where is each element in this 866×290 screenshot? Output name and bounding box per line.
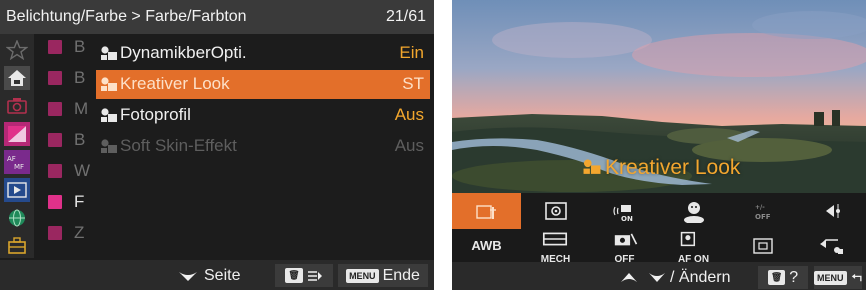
help-button[interactable]: 🗑 ? xyxy=(758,266,808,289)
subtab-3[interactable]: M xyxy=(38,96,94,124)
menu-item-label: Fotoprofil xyxy=(120,105,191,124)
audio-on-icon: ON xyxy=(612,205,633,223)
fn-white-balance-tile[interactable]: AWB xyxy=(452,229,521,262)
svg-text:+/-: +/- xyxy=(755,204,765,211)
subtab-1[interactable]: B xyxy=(38,34,94,62)
color-tone-icon xyxy=(101,108,117,122)
menu-item-picture-profile[interactable]: Fotoprofil Aus xyxy=(96,101,430,130)
exposure-color-icon[interactable] xyxy=(4,122,30,146)
color-tone-icon xyxy=(101,46,117,60)
menu-page-counter: 21/61 xyxy=(385,8,426,25)
star-icon[interactable] xyxy=(4,38,30,62)
list-arrow-icon xyxy=(307,270,322,281)
return-color-icon xyxy=(819,238,843,254)
menu-item-value: Ein xyxy=(399,43,424,62)
camera-home-icon[interactable] xyxy=(4,66,30,90)
subtab-7[interactable]: Z xyxy=(38,220,94,248)
fn-focus-area-tile[interactable] xyxy=(728,229,797,262)
menu-footer: Seite 🗑 MENU Ende xyxy=(0,260,434,290)
camera-menu-screen: Belichtung/Farbe > Farbe/Farbton 21/61 A… xyxy=(0,0,434,290)
person-af-icon xyxy=(681,231,696,246)
subtab-4[interactable]: B xyxy=(38,127,94,155)
network-icon[interactable] xyxy=(4,206,30,230)
menu-item-soft-skin: Soft Skin-Effekt Aus xyxy=(96,132,430,161)
fn-shutter-type-tile[interactable]: MECH xyxy=(521,229,590,265)
page-label: Seite xyxy=(204,266,241,284)
fn-af-on-tile[interactable]: AF ON xyxy=(659,229,728,265)
wheel-down-icon xyxy=(649,273,665,282)
fn-creative-look-tile[interactable] xyxy=(452,193,521,229)
svg-text:AF: AF xyxy=(7,155,16,163)
subtab-strip: B B M B W F Z xyxy=(38,34,94,258)
menu-item-value: ST xyxy=(402,74,424,93)
overlay-label: Kreativer Look xyxy=(605,156,741,179)
svg-text:ON: ON xyxy=(621,215,633,223)
wheel-down-icon xyxy=(179,271,197,281)
face-detect-icon xyxy=(683,202,704,223)
playback-icon[interactable] xyxy=(4,178,30,202)
menu-item-label: Kreativer Look xyxy=(120,74,230,93)
fn-audio-tile[interactable]: ON xyxy=(590,193,659,229)
wheel-up-icon xyxy=(621,273,637,282)
menu-end-button[interactable]: MENU Ende xyxy=(338,264,428,287)
menu-item-label: DynamikberOpti. xyxy=(120,43,247,62)
change-button[interactable]: / Ändern xyxy=(620,266,750,289)
subtab-2[interactable]: B xyxy=(38,65,94,93)
awb-label: AWB xyxy=(471,238,502,253)
toolbox-icon[interactable] xyxy=(4,233,30,257)
aperture-arrow-icon xyxy=(825,204,840,218)
fn-silent-tile[interactable]: OFF xyxy=(590,229,659,265)
fn-more-tile[interactable] xyxy=(797,193,866,229)
menu-back-button[interactable]: MENU xyxy=(814,266,862,289)
subtab-6-active[interactable]: F xyxy=(38,189,94,217)
delete-help-button[interactable]: 🗑 xyxy=(275,264,333,287)
shutter-list-icon xyxy=(543,232,568,245)
liveview-footer: / Ändern 🗑 ? MENU xyxy=(452,262,866,290)
fn-drive-off-tile[interactable]: +/- OFF xyxy=(728,193,797,229)
change-label: / Ändern xyxy=(670,268,731,286)
menu-breadcrumb: Belichtung/Farbe > Farbe/Farbton xyxy=(6,8,247,25)
trash-key-icon: 🗑 xyxy=(285,268,303,283)
help-label: ? xyxy=(789,268,799,286)
menu-item-list: DynamikberOpti. Ein Kreativer Look ST Fo… xyxy=(94,37,434,157)
fn-return-tile[interactable] xyxy=(797,229,866,262)
fn-metering-tile[interactable] xyxy=(521,193,590,229)
page-button[interactable]: Seite xyxy=(178,264,268,287)
subtab-5[interactable]: W xyxy=(38,158,94,186)
creative-look-icon xyxy=(475,205,496,219)
category-strip: AF MF xyxy=(0,34,34,258)
menu-item-label: Soft Skin-Effekt xyxy=(120,136,237,155)
focus-area-icon xyxy=(752,237,773,254)
menu-header: Belichtung/Farbe > Farbe/Farbton 21/61 xyxy=(0,0,434,34)
liveview-screen: Kreativer Look ON +/- OFF AWB MECH OFF A… xyxy=(452,0,866,290)
svg-text:MF: MF xyxy=(14,163,24,171)
menu-key-icon: MENU xyxy=(814,270,847,285)
color-tone-icon xyxy=(101,77,117,91)
silent-camera-icon xyxy=(614,233,637,245)
metering-icon xyxy=(544,202,567,220)
trash-key-icon: 🗑 xyxy=(767,270,786,285)
af-mf-icon[interactable]: AF MF xyxy=(4,150,30,174)
af-drive-off-icon: +/- OFF xyxy=(755,204,771,221)
fn-menu-row-1: ON +/- OFF xyxy=(452,193,866,229)
back-arrow-icon xyxy=(851,273,862,281)
menu-item-value: Aus xyxy=(394,105,424,124)
menu-item-value: Aus xyxy=(394,136,424,155)
fn-menu-row-2: AWB MECH OFF AF ON xyxy=(452,229,866,265)
color-tone-icon xyxy=(583,159,601,174)
menu-key-icon: MENU xyxy=(346,268,379,283)
svg-text:OFF: OFF xyxy=(755,213,771,221)
creative-look-overlay: Kreativer Look xyxy=(582,156,740,180)
fn-face-detect-tile[interactable] xyxy=(659,193,728,229)
color-tone-icon xyxy=(101,139,117,153)
menu-item-dro[interactable]: DynamikberOpti. Ein xyxy=(96,39,430,68)
end-label: Ende xyxy=(382,266,420,284)
menu-item-creative-look[interactable]: Kreativer Look ST xyxy=(96,70,430,99)
photo-icon[interactable] xyxy=(4,94,30,118)
